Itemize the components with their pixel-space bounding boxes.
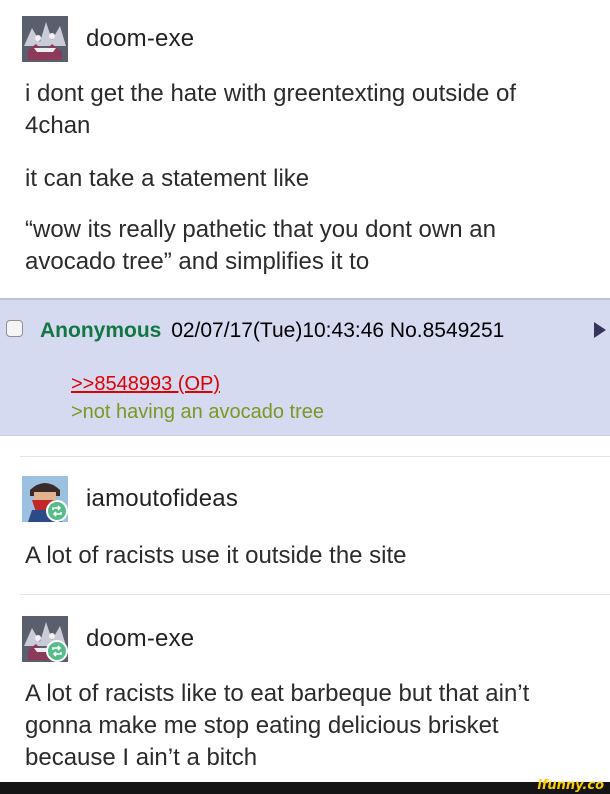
post-header: iamoutofideas <box>22 476 238 522</box>
divider <box>20 594 610 595</box>
post-header: doom-exe <box>22 616 194 662</box>
reblog-icon <box>52 645 62 657</box>
chan-post-meta: 02/07/17(Tue)10:43:46 No.8549251 <box>171 319 505 342</box>
menu-arrow-icon[interactable] <box>594 322 606 338</box>
reblog-badge <box>46 500 68 522</box>
username[interactable]: iamoutofideas <box>86 485 238 513</box>
avatar[interactable] <box>22 476 68 522</box>
reblog-icon <box>52 505 62 517</box>
chan-post-header: Anonymous 02/07/17(Tue)10:43:46 No.85492… <box>40 319 504 343</box>
avatar[interactable] <box>22 616 68 662</box>
divider <box>20 456 610 457</box>
username[interactable]: doom-exe <box>86 25 194 53</box>
post-text: it can take a statement like <box>25 165 310 192</box>
quote-link[interactable]: >>8548993 (OP) <box>71 373 220 396</box>
username[interactable]: doom-exe <box>86 625 194 653</box>
post-text: A lot of racists like to eat barbeque bu… <box>25 680 530 771</box>
chan-poster-name: Anonymous <box>40 319 162 342</box>
greentext-line: >not having an avocado tree <box>71 401 324 423</box>
watermark-bar: ifunny.co <box>0 778 610 794</box>
monster-avatar-icon <box>22 16 68 62</box>
reblog-badge <box>46 640 68 662</box>
post-text: i dont get the hate with greentexting ou… <box>25 80 517 139</box>
ifunny-watermark: ifunny.co <box>537 778 604 793</box>
post-checkbox[interactable] <box>6 320 23 337</box>
post-text: “wow its really pathetic that you dont o… <box>25 216 496 275</box>
post-text: A lot of racists use it outside the site <box>25 542 407 569</box>
greentext-screenshot: Anonymous 02/07/17(Tue)10:43:46 No.85492… <box>0 298 610 436</box>
avatar[interactable] <box>22 16 68 62</box>
post-header: doom-exe <box>22 16 194 62</box>
